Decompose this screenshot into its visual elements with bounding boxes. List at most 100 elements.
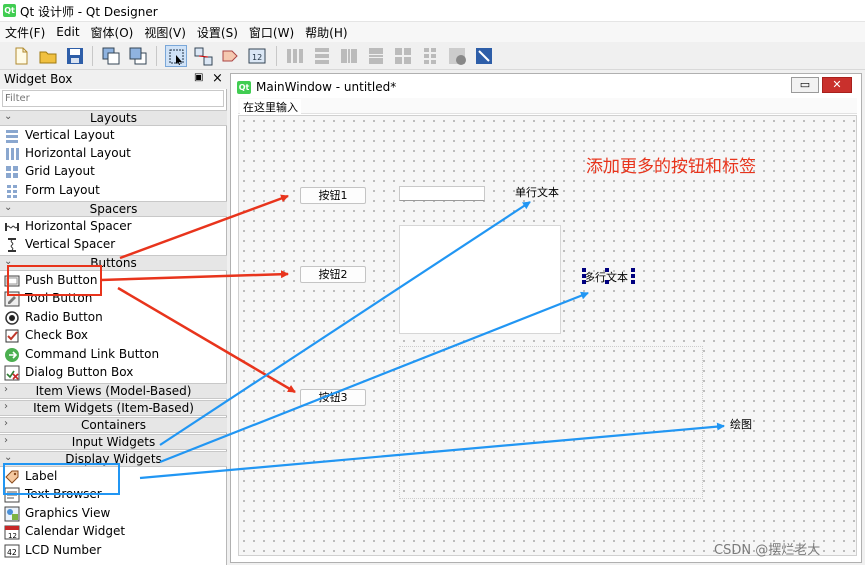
label-drawing[interactable]: 绘图 xyxy=(730,416,752,432)
form-button-2[interactable]: 按钮2 xyxy=(300,266,366,283)
menu-form[interactable]: 窗体(O) xyxy=(91,24,134,41)
minimize-button[interactable]: ▭ xyxy=(791,77,819,93)
radio-button-icon xyxy=(4,310,20,326)
widget-item-calendar-widget[interactable]: 12 Calendar Widget xyxy=(4,523,224,541)
grid-layout-icon xyxy=(4,164,20,180)
break-layout-icon[interactable] xyxy=(446,45,468,67)
selection-handle[interactable] xyxy=(605,268,609,272)
close-button[interactable]: ✕ xyxy=(822,77,852,93)
open-folder-icon[interactable] xyxy=(37,45,59,67)
form-line-edit[interactable] xyxy=(399,186,485,201)
widget-item-vertical-layout[interactable]: Vertical Layout xyxy=(4,127,224,145)
command-link-icon xyxy=(4,347,20,363)
category-item-views[interactable]: › Item Views (Model-Based) xyxy=(0,383,227,399)
menu-file[interactable]: 文件(F) xyxy=(5,24,45,41)
menu-bar: 文件(F) Edit 窗体(O) 视图(V) 设置(S) 窗口(W) 帮助(H) xyxy=(0,22,865,42)
vertical-spacer-icon xyxy=(4,237,20,253)
widget-item-check-box[interactable]: Check Box xyxy=(4,327,224,345)
category-buttons[interactable]: ⌄ Buttons xyxy=(0,255,227,271)
layout-grid-icon[interactable] xyxy=(392,45,414,67)
selection-handle[interactable] xyxy=(631,268,635,272)
menu-view[interactable]: 视图(V) xyxy=(144,24,186,41)
menu-help[interactable]: 帮助(H) xyxy=(305,24,347,41)
widget-item-tool-button[interactable]: Tool Button xyxy=(4,290,224,308)
float-panel-icon[interactable]: ▣ xyxy=(194,72,203,83)
selection-handle[interactable] xyxy=(582,268,586,272)
widget-item-graphics-view[interactable]: Graphics View xyxy=(4,505,224,523)
check-box-icon xyxy=(4,328,20,344)
edit-buddies-icon[interactable] xyxy=(219,45,241,67)
form-button-1[interactable]: 按钮1 xyxy=(300,187,366,204)
vertical-layout-icon xyxy=(4,128,20,144)
form-canvas[interactable]: 添加更多的按钮和标签 按钮1 按钮2 按钮3 单行文本 多行文本 绘图 xyxy=(238,115,857,556)
selection-handle[interactable] xyxy=(582,274,586,278)
qt-logo-icon: Qt xyxy=(3,4,16,17)
label-tag-icon xyxy=(4,469,20,485)
tool-button-icon xyxy=(4,291,20,307)
edit-widgets-icon[interactable] xyxy=(165,45,187,67)
svg-text:12: 12 xyxy=(252,53,262,62)
push-button-icon xyxy=(4,273,20,289)
type-here-menu-placeholder[interactable]: 在这里输入 xyxy=(240,99,301,116)
menu-window[interactable]: 窗口(W) xyxy=(249,24,294,41)
menu-edit[interactable]: Edit xyxy=(56,25,79,39)
selection-handle[interactable] xyxy=(605,280,609,284)
widget-item-radio-button[interactable]: Radio Button xyxy=(4,309,224,327)
category-spacers[interactable]: ⌄ Spacers xyxy=(0,201,227,217)
widget-item-command-link-button[interactable]: Command Link Button xyxy=(4,346,224,364)
send-to-back-icon[interactable] xyxy=(100,45,122,67)
form-text-edit[interactable] xyxy=(399,225,561,334)
app-title: Qt 设计师 - Qt Designer xyxy=(20,5,158,19)
widget-item-grid-layout[interactable]: Grid Layout xyxy=(4,163,224,181)
selection-handle[interactable] xyxy=(582,280,586,284)
widget-box-panel: Widget Box ▣ × ⌄Layouts Vertical Layout … xyxy=(0,71,227,565)
new-file-icon[interactable] xyxy=(10,45,32,67)
layout-form-icon[interactable] xyxy=(419,45,441,67)
form-title: MainWindow - untitled* xyxy=(256,80,397,94)
horizontal-layout-icon xyxy=(4,146,20,162)
layout-vertical-icon[interactable] xyxy=(311,45,333,67)
category-item-widgets[interactable]: › Item Widgets (Item-Based) xyxy=(0,400,227,416)
widget-box-title: Widget Box xyxy=(4,72,73,86)
form-main-window: Qt MainWindow - untitled* ▭ ✕ 在这里输入 添加更多… xyxy=(230,73,862,563)
adjust-size-icon[interactable] xyxy=(473,45,495,67)
app-title-bar: Qt Qt 设计师 - Qt Designer xyxy=(0,0,865,22)
widget-item-horizontal-layout[interactable]: Horizontal Layout xyxy=(4,145,224,163)
selection-handle[interactable] xyxy=(631,274,635,278)
form-menu-bar: 在这里输入 xyxy=(238,98,857,116)
widget-item-vertical-spacer[interactable]: Vertical Spacer xyxy=(4,236,224,254)
widget-filter-input[interactable] xyxy=(2,90,224,107)
label-single-line-text[interactable]: 单行文本 xyxy=(515,184,559,200)
text-browser-icon xyxy=(4,487,20,503)
svg-text:12: 12 xyxy=(8,532,17,540)
widget-item-form-layout[interactable]: Form Layout xyxy=(4,182,224,200)
widget-item-text-browser[interactable]: Text Browser xyxy=(4,486,224,504)
layout-splitter-vertical-icon[interactable] xyxy=(365,45,387,67)
category-containers[interactable]: › Containers xyxy=(0,417,227,433)
save-icon[interactable] xyxy=(64,45,86,67)
calendar-icon: 12 xyxy=(4,524,20,540)
widget-item-push-button[interactable]: Push Button xyxy=(4,272,224,290)
close-panel-icon[interactable]: × xyxy=(212,71,223,86)
toolbar: 12 xyxy=(0,42,865,70)
widget-item-label[interactable]: Label xyxy=(4,468,224,486)
category-layouts[interactable]: ⌄ Layouts xyxy=(0,110,227,126)
form-layout-icon xyxy=(4,183,20,199)
layout-splitter-horizontal-icon[interactable] xyxy=(338,45,360,67)
widget-item-lcd-number[interactable]: 42 LCD Number xyxy=(4,542,224,560)
qt-logo-icon: Qt xyxy=(237,81,251,94)
lcd-number-icon: 42 xyxy=(4,543,20,559)
form-button-3[interactable]: 按钮3 xyxy=(300,389,366,406)
widget-item-dialog-button-box[interactable]: Dialog Button Box xyxy=(4,364,224,382)
selection-handle[interactable] xyxy=(631,280,635,284)
menu-settings[interactable]: 设置(S) xyxy=(197,24,238,41)
annotation-add-more-buttons: 添加更多的按钮和标签 xyxy=(586,157,756,177)
edit-tab-order-icon[interactable]: 12 xyxy=(246,45,268,67)
bring-to-front-icon[interactable] xyxy=(127,45,149,67)
layout-horizontal-icon[interactable] xyxy=(284,45,306,67)
widget-item-horizontal-spacer[interactable]: Horizontal Spacer xyxy=(4,218,224,236)
graphics-view-icon xyxy=(4,506,20,522)
edit-signals-slots-icon[interactable] xyxy=(192,45,214,67)
category-display-widgets[interactable]: ⌄ Display Widgets xyxy=(0,451,227,467)
category-input-widgets[interactable]: › Input Widgets xyxy=(0,434,227,450)
